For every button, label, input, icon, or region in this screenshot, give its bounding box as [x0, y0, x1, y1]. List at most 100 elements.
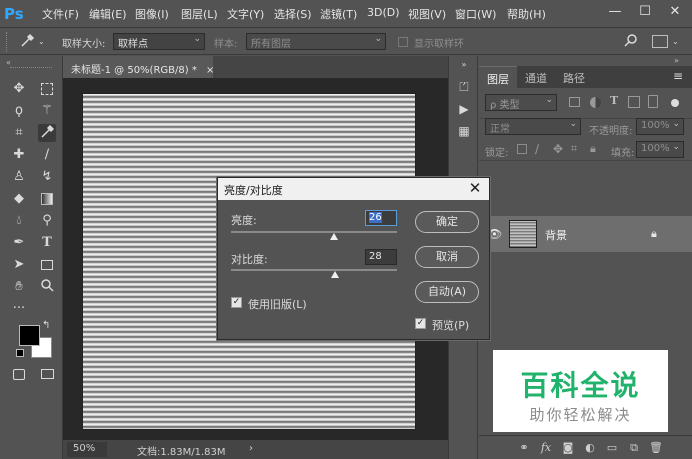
tab-channels[interactable]: 通道 [517, 66, 555, 88]
menu-image[interactable]: 图像(I) [135, 6, 169, 22]
layer-row-background[interactable]: 👁︎ 背景 🔒︎ [479, 216, 692, 252]
close-window-button[interactable]: ✕ [664, 3, 686, 23]
auto-button[interactable]: 自动(A) [415, 281, 479, 303]
workspace-icon[interactable] [652, 35, 668, 48]
clone-stamp-tool-icon[interactable]: ♙ [10, 168, 28, 186]
contrast-slider-track[interactable] [231, 269, 397, 271]
screen-mode-icon[interactable] [38, 366, 56, 384]
brush-tool-icon[interactable]: ∕ [38, 146, 56, 164]
chevron-down-icon: ⌄ [374, 34, 382, 44]
dialog-title-bar[interactable]: 亮度/对比度 [218, 178, 489, 200]
contrast-input[interactable]: 28 [365, 249, 397, 265]
dialog-close-icon[interactable]: ✕ [467, 179, 483, 197]
collapse-arrows-icon[interactable]: « [6, 58, 11, 67]
blur-tool-icon[interactable]: 💧︎ [10, 212, 28, 230]
sample-size-select[interactable]: 取样点 ⌄ [113, 33, 205, 50]
fill-input[interactable]: 100% ⌄ [636, 141, 684, 158]
add-mask-icon[interactable]: ◙ [561, 441, 575, 455]
lock-position-icon[interactable]: ✥ [553, 142, 563, 156]
magic-wand-tool-icon[interactable]: ⚚ [38, 102, 56, 120]
menu-layer[interactable]: 图层(L) [181, 6, 218, 22]
rectangle-tool-icon[interactable] [38, 256, 56, 274]
pen-tool-icon[interactable]: ✒ [10, 234, 28, 252]
lock-all-icon[interactable]: 🔒︎ [590, 142, 596, 156]
menu-file[interactable]: 文件(F) [42, 6, 79, 22]
marquee-tool-icon[interactable] [38, 80, 56, 98]
adjustment-layer-icon[interactable]: ◐ [583, 441, 597, 455]
hand-tool-icon[interactable]: ✋︎ [10, 278, 28, 296]
preset-chevron-icon[interactable]: ⌄ [38, 37, 45, 46]
new-group-icon[interactable]: ▭ [605, 441, 619, 455]
dodge-tool-icon[interactable]: ⚲ [38, 212, 56, 230]
brightness-slider-track[interactable] [231, 231, 397, 233]
menu-edit[interactable]: 编辑(E) [89, 6, 127, 22]
type-tool-icon[interactable]: T [38, 234, 56, 252]
brightness-slider-thumb[interactable] [330, 233, 338, 240]
lasso-tool-icon[interactable]: ϙ [10, 102, 28, 120]
document-tab[interactable]: 未标题-1 @ 50%(RGB/8) * × [63, 56, 214, 78]
show-ring-checkbox[interactable] [398, 37, 408, 47]
minimize-button[interactable]: — [604, 3, 626, 23]
more-tools-icon[interactable]: ··· [10, 300, 28, 318]
default-colors-icon[interactable] [16, 349, 24, 357]
zoom-tool-icon[interactable] [38, 278, 56, 296]
eyedropper-tool-icon[interactable] [38, 124, 56, 142]
healing-brush-tool-icon[interactable]: ✚ [10, 146, 28, 164]
zoom-level[interactable]: 50% [67, 442, 107, 457]
filter-smart-object-icon[interactable] [648, 95, 658, 108]
ok-button[interactable]: 确定 [415, 211, 479, 233]
delete-layer-icon[interactable]: 🗑︎ [649, 441, 663, 455]
properties-panel-icon[interactable]: ▦ [457, 124, 471, 138]
cancel-button[interactable]: 取消 [415, 246, 479, 268]
gradient-tool-icon[interactable] [38, 190, 56, 208]
filter-shape-icon[interactable] [628, 96, 640, 108]
maximize-button[interactable]: ☐ [634, 3, 656, 23]
watermark-title: 百科全说 [520, 369, 641, 402]
foreground-color-swatch[interactable] [19, 325, 40, 346]
filter-toggle-icon[interactable] [671, 99, 679, 107]
layer-style-icon[interactable]: fx [539, 441, 553, 455]
expand-arrows-icon[interactable]: » [457, 58, 471, 72]
tab-layers[interactable]: 图层 [479, 66, 517, 88]
history-brush-tool-icon[interactable]: ↯ [38, 168, 56, 186]
brightness-input[interactable]: 26 [365, 210, 397, 226]
menu-type[interactable]: 文字(Y) [227, 6, 264, 22]
preview-checkbox[interactable]: ✓ [415, 318, 426, 329]
actions-play-icon[interactable]: ▶ [457, 102, 471, 116]
link-layers-icon[interactable]: ⚭ [517, 441, 531, 455]
tab-paths[interactable]: 路径 [555, 66, 593, 88]
filter-adjustment-icon[interactable] [590, 97, 601, 108]
filter-pixel-icon[interactable] [569, 97, 580, 107]
legacy-checkbox[interactable]: ✓ [231, 297, 242, 308]
lock-transparent-icon[interactable] [517, 144, 527, 154]
workspace-chevron-icon[interactable]: ⌄ [672, 37, 679, 46]
menu-filter[interactable]: 滤镜(T) [320, 6, 357, 22]
blend-mode-select[interactable]: 正常 ⌄ [485, 118, 581, 135]
eraser-tool-icon[interactable]: ◆ [10, 190, 28, 208]
menu-help[interactable]: 帮助(H) [507, 6, 546, 22]
crop-tool-icon[interactable]: ⌗ [10, 124, 28, 142]
tab-close-icon[interactable]: × [206, 65, 214, 76]
lock-artboard-icon[interactable]: ⌗ [571, 142, 577, 156]
quick-mask-icon[interactable] [10, 366, 28, 384]
history-panel-icon[interactable]: ⏍ [457, 80, 471, 94]
path-selection-tool-icon[interactable]: ➤ [10, 256, 28, 274]
menu-view[interactable]: 视图(V) [408, 6, 446, 22]
eyedropper-preset-icon[interactable] [18, 33, 36, 51]
collapse-panel-icon[interactable]: » [674, 56, 679, 65]
menu-select[interactable]: 选择(S) [274, 6, 312, 22]
panel-menu-icon[interactable]: ≡ [673, 69, 683, 83]
sample-select[interactable]: 所有图层 ⌄ [246, 33, 386, 50]
contrast-slider-thumb[interactable] [331, 271, 339, 278]
lock-pixels-icon[interactable]: ∕ [535, 142, 539, 156]
swap-colors-icon[interactable]: ↰ [42, 320, 50, 331]
move-tool-icon[interactable]: ✥ [10, 80, 28, 98]
layer-kind-filter[interactable]: ρ 类型 ⌄ [485, 94, 557, 111]
menu-3d[interactable]: 3D(D) [367, 6, 400, 19]
status-menu-arrow[interactable]: › [249, 443, 253, 454]
new-layer-icon[interactable]: ⧉ [627, 441, 641, 455]
search-icon[interactable] [622, 33, 640, 51]
filter-type-icon[interactable]: T [610, 94, 618, 107]
menu-window[interactable]: 窗口(W) [455, 6, 496, 22]
opacity-input[interactable]: 100% ⌄ [636, 118, 684, 135]
